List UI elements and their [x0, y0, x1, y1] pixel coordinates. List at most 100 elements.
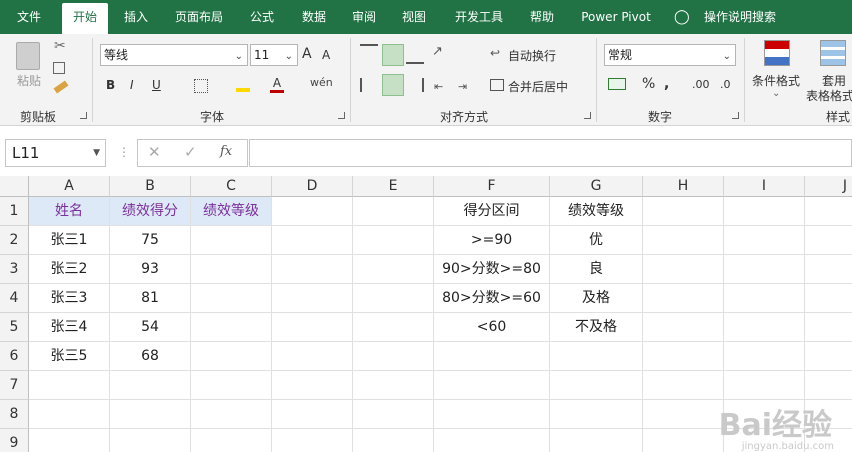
cell-c5[interactable] [191, 313, 272, 342]
column-header-g[interactable]: G [550, 176, 643, 197]
align-right-icon[interactable] [406, 78, 424, 92]
row-header-9[interactable]: 9 [0, 429, 29, 452]
grow-font-button[interactable]: A [302, 46, 312, 62]
tab-developer[interactable]: 开发工具 [446, 0, 512, 34]
column-header-i[interactable]: I [724, 176, 805, 197]
formula-input[interactable] [249, 139, 852, 167]
clipboard-launcher-icon[interactable] [80, 112, 87, 119]
cell-g6[interactable] [550, 342, 643, 371]
copy-icon[interactable] [53, 62, 65, 74]
cell-d5[interactable] [272, 313, 353, 342]
decrease-decimal-button[interactable]: .0 [720, 78, 731, 91]
tell-me-search[interactable]: 操作说明搜索 [700, 0, 780, 34]
cell-g4[interactable]: 及格 [550, 284, 643, 313]
tab-view[interactable]: 视图 [392, 0, 436, 34]
cell-h9[interactable] [643, 429, 724, 452]
align-bottom-icon[interactable] [406, 46, 424, 64]
tab-file[interactable]: 文件 [0, 0, 58, 34]
cell-g3[interactable]: 良 [550, 255, 643, 284]
phonetic-button[interactable]: wén [310, 76, 333, 89]
wrap-text-icon[interactable]: ↩ [490, 46, 500, 60]
cell-g5[interactable]: 不及格 [550, 313, 643, 342]
cell-i1[interactable] [724, 197, 805, 226]
orientation-icon[interactable]: ↗ [432, 44, 443, 59]
cut-icon[interactable]: ✂ [54, 38, 66, 54]
column-header-f[interactable]: F [434, 176, 550, 197]
conditional-formatting-button[interactable]: 条件格式 [752, 72, 800, 89]
cell-c3[interactable] [191, 255, 272, 284]
cell-j4[interactable] [805, 284, 852, 313]
insert-function-button[interactable]: fx [220, 144, 232, 159]
cell-c1[interactable]: 绩效等级 [191, 197, 272, 226]
cell-i6[interactable] [724, 342, 805, 371]
cell-c6[interactable] [191, 342, 272, 371]
tab-page-layout[interactable]: 页面布局 [166, 0, 232, 34]
cell-a5[interactable]: 张三4 [29, 313, 110, 342]
cell-c2[interactable] [191, 226, 272, 255]
comma-button[interactable]: , [664, 76, 669, 92]
cell-e4[interactable] [353, 284, 434, 313]
cell-b4[interactable]: 81 [110, 284, 191, 313]
format-painter-icon[interactable] [53, 80, 69, 94]
row-header-3[interactable]: 3 [0, 255, 29, 284]
cell-i5[interactable] [724, 313, 805, 342]
cell-f5[interactable]: <60 [434, 313, 550, 342]
font-name-combo[interactable]: 等线 ⌄ [100, 44, 248, 66]
cell-j3[interactable] [805, 255, 852, 284]
underline-button[interactable]: U [152, 78, 161, 92]
cell-a7[interactable] [29, 371, 110, 400]
cell-b2[interactable]: 75 [110, 226, 191, 255]
row-header-5[interactable]: 5 [0, 313, 29, 342]
cell-e2[interactable] [353, 226, 434, 255]
cell-e7[interactable] [353, 371, 434, 400]
formula-bar-grip-icon[interactable]: ⋮ [118, 145, 130, 159]
cell-h4[interactable] [643, 284, 724, 313]
column-header-a[interactable]: A [29, 176, 110, 197]
cell-d8[interactable] [272, 400, 353, 429]
cell-f9[interactable] [434, 429, 550, 452]
percent-button[interactable]: % [642, 76, 655, 92]
cell-a8[interactable] [29, 400, 110, 429]
cell-b9[interactable] [110, 429, 191, 452]
paste-icon[interactable] [16, 42, 40, 70]
increase-decimal-button[interactable]: .00 [692, 78, 710, 91]
cell-a3[interactable]: 张三2 [29, 255, 110, 284]
cell-g7[interactable] [550, 371, 643, 400]
tab-formulas[interactable]: 公式 [240, 0, 284, 34]
cell-j6[interactable] [805, 342, 852, 371]
cell-h1[interactable] [643, 197, 724, 226]
column-header-b[interactable]: B [110, 176, 191, 197]
tab-data[interactable]: 数据 [292, 0, 336, 34]
cell-b5[interactable]: 54 [110, 313, 191, 342]
shrink-font-button[interactable]: A [322, 48, 330, 62]
cell-a2[interactable]: 张三1 [29, 226, 110, 255]
cell-d6[interactable] [272, 342, 353, 371]
cell-d3[interactable] [272, 255, 353, 284]
cell-d4[interactable] [272, 284, 353, 313]
cell-i7[interactable] [724, 371, 805, 400]
alignment-launcher-icon[interactable] [584, 112, 591, 119]
row-header-2[interactable]: 2 [0, 226, 29, 255]
cell-a6[interactable]: 张三5 [29, 342, 110, 371]
number-format-combo[interactable]: 常规 ⌄ [604, 44, 736, 66]
name-box[interactable]: L11 ▼ [5, 139, 106, 167]
cell-h6[interactable] [643, 342, 724, 371]
cell-e1[interactable] [353, 197, 434, 226]
cell-h3[interactable] [643, 255, 724, 284]
row-header-6[interactable]: 6 [0, 342, 29, 371]
tab-home[interactable]: 开始 [62, 3, 108, 34]
cell-c8[interactable] [191, 400, 272, 429]
cell-e3[interactable] [353, 255, 434, 284]
cell-i3[interactable] [724, 255, 805, 284]
cell-f6[interactable] [434, 342, 550, 371]
cell-j7[interactable] [805, 371, 852, 400]
column-header-h[interactable]: H [643, 176, 724, 197]
conditional-formatting-icon[interactable] [764, 40, 790, 66]
cell-i2[interactable] [724, 226, 805, 255]
cell-a4[interactable]: 张三3 [29, 284, 110, 313]
cell-b6[interactable]: 68 [110, 342, 191, 371]
italic-button[interactable]: I [130, 78, 134, 92]
paste-button[interactable]: 粘贴 [14, 72, 44, 89]
cell-e5[interactable] [353, 313, 434, 342]
cell-b8[interactable] [110, 400, 191, 429]
